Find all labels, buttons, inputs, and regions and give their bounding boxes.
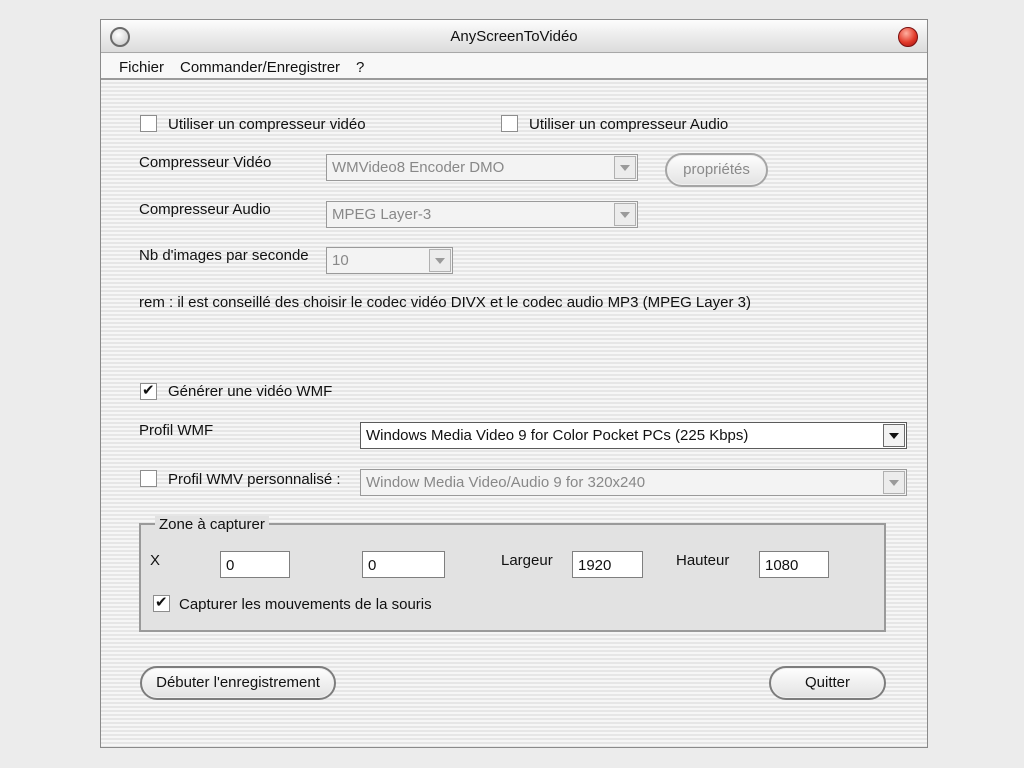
- wmf-profile-label: Profil WMF: [139, 422, 214, 439]
- generate-wmf-checkbox[interactable]: [140, 381, 157, 400]
- chevron-down-icon[interactable]: [883, 471, 905, 494]
- chevron-down-icon[interactable]: [883, 424, 905, 447]
- height-input[interactable]: 1080: [759, 551, 829, 578]
- capture-mouse-label: Capturer les mouvements de la souris: [179, 596, 432, 613]
- x-input[interactable]: 0: [220, 551, 290, 578]
- codec-remark: rem : il est conseillé des choisir le co…: [139, 294, 751, 311]
- video-compressor-label: Compresseur Vidéo: [139, 154, 272, 171]
- wmf-profile-select[interactable]: Windows Media Video 9 for Color Pocket P…: [360, 422, 907, 449]
- video-compressor-value: WMVideo8 Encoder DMO: [332, 159, 505, 176]
- menu-bar: Fichier Commander/Enregistrer ?: [101, 54, 927, 80]
- main-window: AnyScreenToVidéo Fichier Commander/Enreg…: [100, 19, 928, 748]
- chevron-down-icon[interactable]: [614, 156, 636, 179]
- capture-mouse-checkbox[interactable]: [153, 593, 170, 612]
- capture-zone-title: Zone à capturer: [155, 516, 269, 533]
- use-audio-compressor-label: Utiliser un compresseur Audio: [529, 116, 729, 133]
- x-value: 0: [226, 557, 235, 574]
- quit-button[interactable]: Quitter: [769, 666, 886, 700]
- custom-wmv-profile-checkbox[interactable]: [140, 470, 157, 487]
- wmf-profile-value: Windows Media Video 9 for Color Pocket P…: [366, 427, 749, 444]
- window-title: AnyScreenToVidéo: [450, 28, 578, 45]
- width-input[interactable]: 1920: [572, 551, 643, 578]
- custom-wmv-profile-select[interactable]: Window Media Video/Audio 9 for 320x240: [360, 469, 907, 496]
- audio-compressor-select[interactable]: MPEG Layer-3: [326, 201, 638, 228]
- y-value: 0: [368, 557, 377, 574]
- video-compressor-select[interactable]: WMVideo8 Encoder DMO: [326, 154, 638, 181]
- properties-button[interactable]: propriétés: [665, 153, 768, 187]
- custom-wmv-profile-label: Profil WMV personnalisé :: [168, 471, 341, 488]
- audio-compressor-label: Compresseur Audio: [139, 201, 271, 218]
- menu-fichier[interactable]: Fichier: [119, 59, 164, 76]
- height-value: 1080: [765, 557, 799, 574]
- use-video-compressor-checkbox[interactable]: [140, 115, 157, 132]
- capture-zone-group: Zone à capturer X 0 0 Largeur 1920 Haute…: [139, 516, 886, 632]
- width-value: 1920: [578, 557, 612, 574]
- start-recording-button[interactable]: Débuter l'enregistrement: [140, 666, 336, 700]
- chevron-down-icon[interactable]: [614, 203, 636, 226]
- fps-select[interactable]: 10: [326, 247, 453, 274]
- fps-label: Nb d'images par seconde: [139, 247, 309, 264]
- fps-value: 10: [332, 252, 349, 269]
- title-bar[interactable]: AnyScreenToVidéo: [101, 20, 927, 53]
- x-label: X: [150, 552, 161, 569]
- height-label: Hauteur: [676, 552, 730, 569]
- chevron-down-icon[interactable]: [429, 249, 451, 272]
- use-video-compressor-label: Utiliser un compresseur vidéo: [168, 116, 366, 133]
- width-label: Largeur: [501, 552, 553, 569]
- custom-wmv-profile-value: Window Media Video/Audio 9 for 320x240: [366, 474, 646, 491]
- y-input[interactable]: 0: [362, 551, 445, 578]
- use-audio-compressor-checkbox[interactable]: [501, 115, 518, 132]
- audio-compressor-value: MPEG Layer-3: [332, 206, 432, 223]
- menu-commander-enregistrer[interactable]: Commander/Enregistrer: [180, 59, 340, 76]
- generate-wmf-label: Générer une vidéo WMF: [168, 383, 333, 400]
- close-icon[interactable]: [898, 27, 918, 47]
- menu-help[interactable]: ?: [356, 59, 364, 76]
